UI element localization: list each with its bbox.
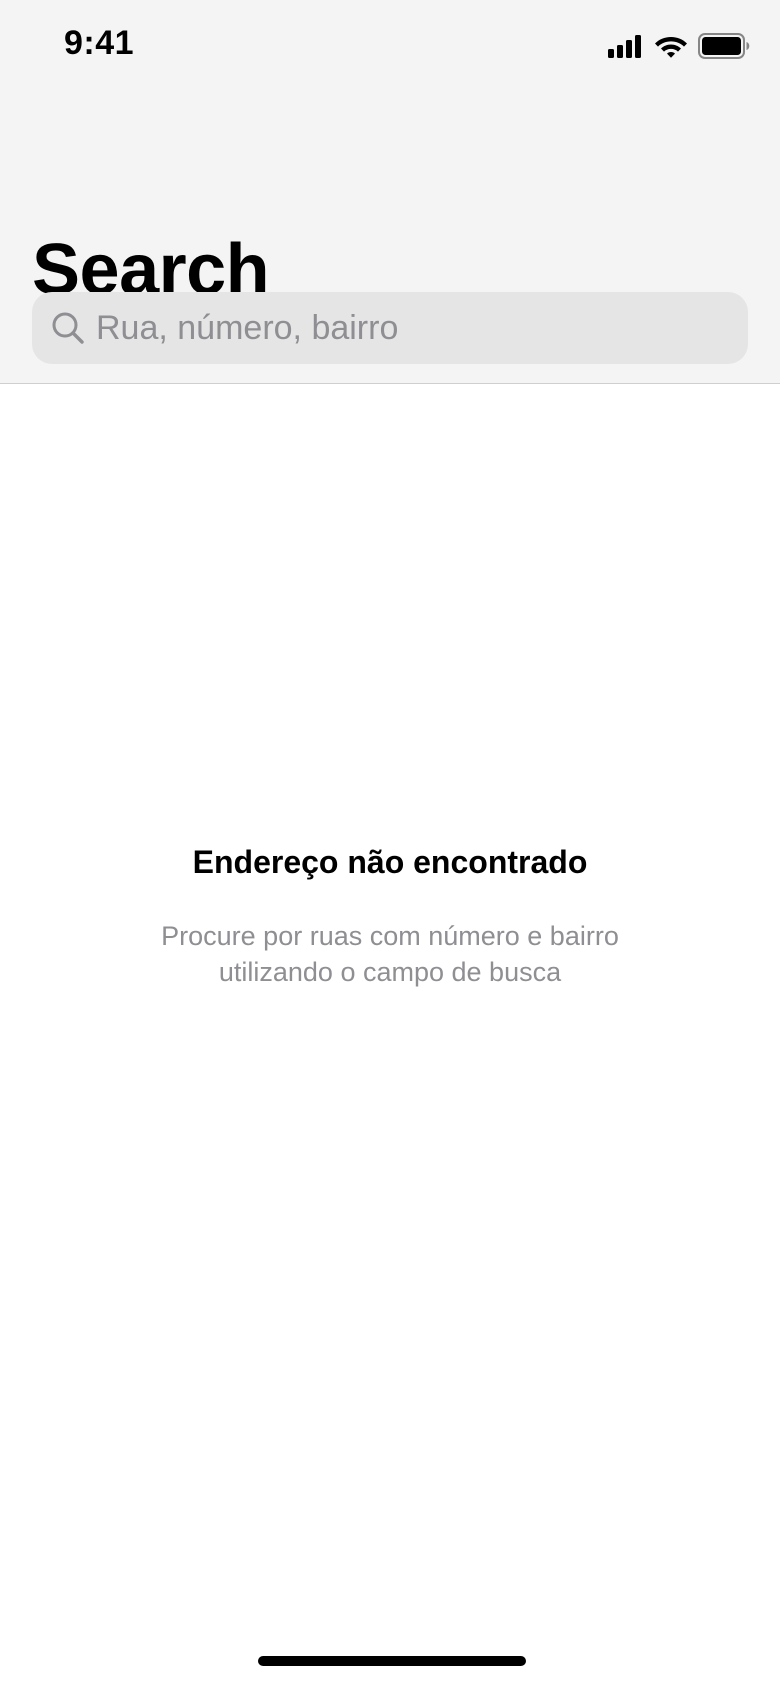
battery-icon [698, 33, 750, 59]
status-icons [608, 32, 750, 60]
home-indicator[interactable] [258, 1656, 526, 1666]
empty-state-subtitle: Procure por ruas com número e bairro uti… [161, 921, 619, 987]
search-input[interactable] [96, 292, 748, 364]
search-bar[interactable] [32, 292, 748, 364]
search-header: 9:41 Search Rua, número, bairro [0, 0, 780, 384]
cellular-signal-icon [608, 34, 644, 58]
empty-state-title: Endereço não encontrado [192, 844, 588, 880]
wifi-icon [654, 33, 688, 59]
app-screen: 9:41 Search Rua, número, bairro Endereço… [0, 0, 780, 1688]
status-time: 9:41 [64, 24, 135, 62]
empty-state: Endereço não encontrado Procure por ruas… [0, 838, 780, 990]
status-bar: 9:41 [0, 0, 780, 96]
search-icon [50, 310, 86, 346]
